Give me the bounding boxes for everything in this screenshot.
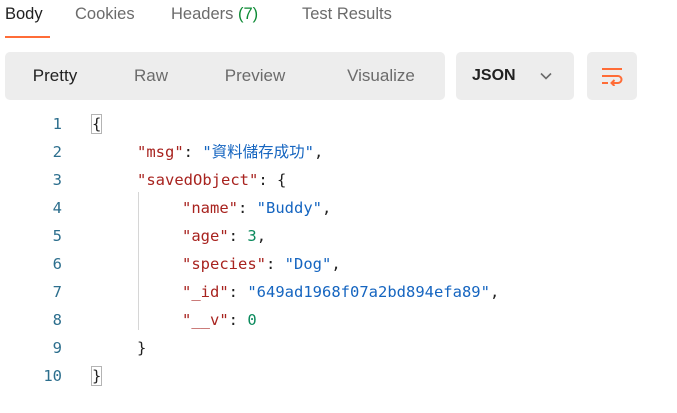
format-select[interactable]: JSON xyxy=(456,52,574,100)
chevron-down-icon xyxy=(540,72,552,80)
view-mode-preview[interactable]: Preview xyxy=(205,52,305,100)
tab-headers-label: Headers xyxy=(171,5,234,23)
json-key: "name" xyxy=(182,199,238,217)
code-text: } xyxy=(137,334,146,362)
code-text: } xyxy=(90,362,103,390)
punctuation: : xyxy=(238,199,257,217)
view-mode-visualize[interactable]: Visualize xyxy=(327,52,435,100)
punctuation: : xyxy=(266,255,285,273)
code-line: 1 { xyxy=(0,110,677,138)
punctuation: : xyxy=(228,283,248,301)
code-line: 8 "__v": 0 xyxy=(0,306,677,334)
wrap-lines-icon xyxy=(602,68,623,86)
wrap-line-button[interactable] xyxy=(587,52,637,100)
line-number: 5 xyxy=(52,227,62,245)
code-line: 3 "savedObject": { xyxy=(0,166,677,194)
view-mode-raw[interactable]: Raw xyxy=(110,52,192,100)
line-number: 3 xyxy=(52,171,62,189)
json-key: "_id" xyxy=(182,283,229,301)
headers-count-badge: (7) xyxy=(237,5,259,23)
response-tabs: Body Cookies Headers (7) Test Results xyxy=(0,0,677,40)
code-text: "age": 3, xyxy=(182,222,266,250)
code-line: 6 "species": "Dog", xyxy=(0,250,677,278)
code-text: "name": "Buddy", xyxy=(182,194,331,222)
line-number: 8 xyxy=(52,311,62,329)
code-line: 10 } xyxy=(0,362,677,390)
punctuation: , xyxy=(489,283,500,301)
punctuation: : xyxy=(228,311,248,329)
punctuation: : xyxy=(258,171,277,189)
code-text: "__v": 0 xyxy=(182,306,257,334)
punctuation: , xyxy=(256,227,267,245)
code-text: "savedObject": { xyxy=(137,166,286,194)
view-mode-pretty[interactable]: Pretty xyxy=(5,52,105,100)
json-key: "species" xyxy=(182,255,266,273)
json-string: "Buddy" xyxy=(256,199,322,217)
line-number: 10 xyxy=(43,367,62,385)
line-number: 6 xyxy=(52,255,62,273)
json-key: "__v" xyxy=(182,311,229,329)
line-number: 2 xyxy=(52,143,62,161)
code-text: { xyxy=(90,110,103,138)
tab-headers[interactable]: Headers (7) xyxy=(171,5,258,24)
code-line: 4 "name": "Buddy", xyxy=(0,194,677,222)
punctuation: , xyxy=(322,199,332,217)
tab-body[interactable]: Body xyxy=(5,5,43,24)
close-brace: } xyxy=(90,366,103,386)
code-line: 5 "age": 3, xyxy=(0,222,677,250)
json-string: "資料儲存成功" xyxy=(202,143,315,161)
code-text: "msg": "資料儲存成功", xyxy=(137,138,323,166)
code-text: "_id": "649ad1968f07a2bd894efa89", xyxy=(182,278,499,306)
punctuation: : xyxy=(228,227,248,245)
code-line: 9 } xyxy=(0,334,677,362)
tab-cookies[interactable]: Cookies xyxy=(75,5,135,24)
punctuation: , xyxy=(331,255,341,273)
json-string: "Dog" xyxy=(284,255,332,273)
json-string: "649ad1968f07a2bd894efa89" xyxy=(247,283,490,301)
tab-test-results[interactable]: Test Results xyxy=(302,5,392,24)
code-line: 7 "_id": "649ad1968f07a2bd894efa89", xyxy=(0,278,677,306)
json-key: "savedObject" xyxy=(137,171,259,189)
line-number: 9 xyxy=(52,339,62,357)
response-body-editor[interactable]: 1 { 2 "msg": "資料儲存成功", 3 "savedObject": … xyxy=(0,110,677,410)
punctuation: : xyxy=(183,143,203,161)
json-number: 0 xyxy=(247,311,257,329)
json-number: 3 xyxy=(247,227,257,245)
open-brace: { xyxy=(277,171,287,189)
active-tab-indicator xyxy=(5,36,50,38)
close-brace: } xyxy=(137,339,147,357)
line-number: 4 xyxy=(52,199,62,217)
open-brace: { xyxy=(90,114,103,134)
json-key: "msg" xyxy=(137,143,184,161)
json-key: "age" xyxy=(182,227,229,245)
code-line: 2 "msg": "資料儲存成功", xyxy=(0,138,677,166)
punctuation: , xyxy=(314,143,324,161)
view-mode-toggle: Pretty Raw Preview Visualize xyxy=(5,52,445,100)
code-text: "species": "Dog", xyxy=(182,250,341,278)
line-number: 1 xyxy=(52,115,62,133)
line-number: 7 xyxy=(52,283,62,301)
format-select-value: JSON xyxy=(472,67,516,84)
